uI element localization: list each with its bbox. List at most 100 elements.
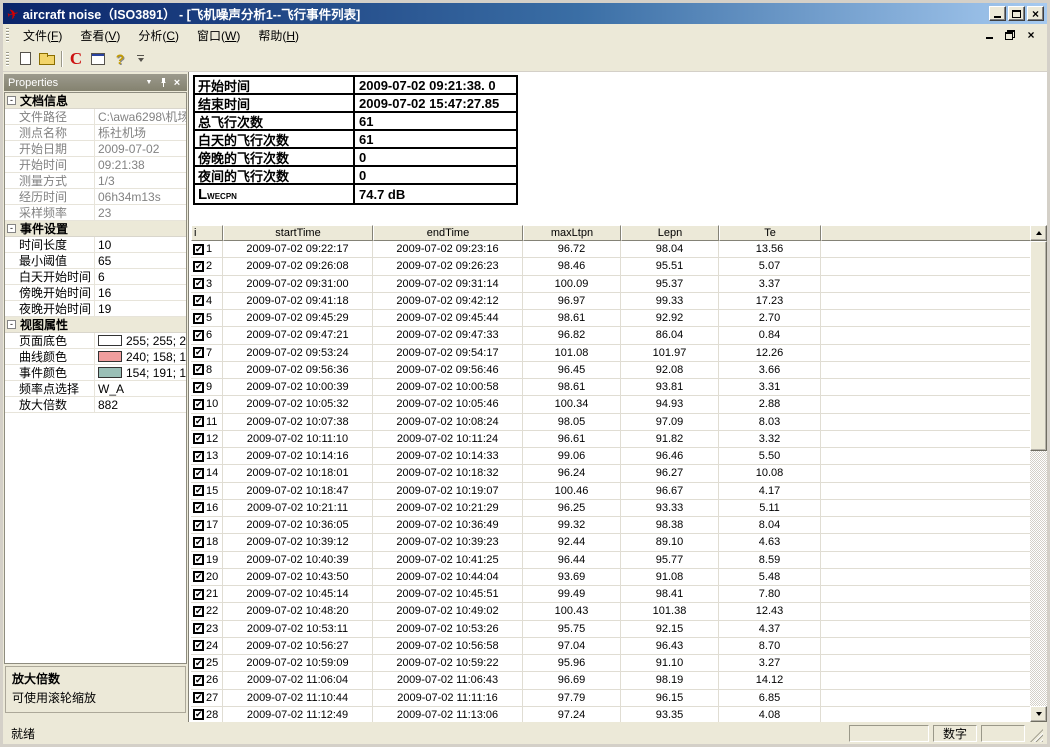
property-value[interactable]: 154; 191; 18	[95, 365, 186, 380]
property-value[interactable]: 255; 255; 25	[95, 333, 186, 348]
row-checkbox[interactable]: ✔	[193, 416, 204, 427]
property-value[interactable]: 6	[95, 269, 186, 284]
table-row[interactable]: ✔132009-07-02 10:14:162009-07-02 10:14:3…	[191, 448, 1030, 465]
menu-item-v[interactable]: 查看(V)	[71, 24, 129, 47]
row-checkbox[interactable]: ✔	[193, 313, 204, 324]
property-value[interactable]: 23	[95, 205, 186, 220]
row-checkbox[interactable]: ✔	[193, 244, 204, 255]
c-weighting-button[interactable]: C	[65, 49, 87, 69]
scroll-up-button[interactable]	[1030, 225, 1047, 241]
column-header-endTime[interactable]: endTime	[373, 225, 523, 241]
row-checkbox[interactable]: ✔	[193, 382, 204, 393]
menu-item-c[interactable]: 分析(C)	[129, 24, 188, 47]
property-section-header[interactable]: -视图属性	[5, 317, 186, 333]
collapse-minus-icon[interactable]: -	[7, 224, 16, 233]
property-value[interactable]: 栎社机场	[95, 125, 186, 140]
row-checkbox[interactable]: ✔	[193, 537, 204, 548]
table-row[interactable]: ✔212009-07-02 10:45:142009-07-02 10:45:5…	[191, 586, 1030, 603]
property-value[interactable]: 240; 158; 15	[95, 349, 186, 364]
mdi-restore-button[interactable]	[1004, 29, 1016, 41]
collapse-minus-icon[interactable]: -	[7, 320, 16, 329]
menu-grip-handle[interactable]	[6, 28, 9, 42]
menu-item-f[interactable]: 文件(F)	[14, 24, 71, 47]
row-checkbox[interactable]: ✔	[193, 364, 204, 375]
table-row[interactable]: ✔242009-07-02 10:56:272009-07-02 10:56:5…	[191, 638, 1030, 655]
table-row[interactable]: ✔182009-07-02 10:39:122009-07-02 10:39:2…	[191, 534, 1030, 551]
property-value[interactable]: 882	[95, 397, 186, 412]
table-row[interactable]: ✔192009-07-02 10:40:392009-07-02 10:41:2…	[191, 552, 1030, 569]
row-checkbox[interactable]: ✔	[193, 278, 204, 289]
table-row[interactable]: ✔272009-07-02 11:10:442009-07-02 11:11:1…	[191, 690, 1030, 707]
toolbar-grip-handle[interactable]	[6, 52, 9, 66]
table-row[interactable]: ✔142009-07-02 10:18:012009-07-02 10:18:3…	[191, 465, 1030, 482]
column-header-maxLtpn[interactable]: maxLtpn	[523, 225, 621, 241]
row-checkbox[interactable]: ✔	[193, 347, 204, 358]
new-document-button[interactable]	[14, 49, 36, 69]
row-checkbox[interactable]: ✔	[193, 623, 204, 634]
resize-grip-icon[interactable]	[1030, 729, 1043, 742]
property-value[interactable]: C:\awa6298\机场	[95, 109, 186, 124]
row-checkbox[interactable]: ✔	[193, 571, 204, 582]
property-value[interactable]: 2009-07-02	[95, 141, 186, 156]
row-checkbox[interactable]: ✔	[193, 658, 204, 669]
table-row[interactable]: ✔232009-07-02 10:53:112009-07-02 10:53:2…	[191, 621, 1030, 638]
menu-item-w[interactable]: 窗口(W)	[188, 24, 249, 47]
property-section-header[interactable]: -事件设置	[5, 221, 186, 237]
help-button[interactable]: ?	[109, 49, 131, 69]
column-header-Lepn[interactable]: Lepn	[621, 225, 719, 241]
row-checkbox[interactable]: ✔	[193, 709, 204, 720]
properties-button[interactable]	[87, 49, 109, 69]
table-row[interactable]: ✔112009-07-02 10:07:382009-07-02 10:08:2…	[191, 414, 1030, 431]
row-checkbox[interactable]: ✔	[193, 295, 204, 306]
property-value[interactable]: W_A	[95, 381, 186, 396]
table-row[interactable]: ✔62009-07-02 09:47:212009-07-02 09:47:33…	[191, 327, 1030, 344]
row-checkbox[interactable]: ✔	[193, 451, 204, 462]
row-checkbox[interactable]: ✔	[193, 433, 204, 444]
table-row[interactable]: ✔172009-07-02 10:36:052009-07-02 10:36:4…	[191, 517, 1030, 534]
property-value[interactable]: 10	[95, 237, 186, 252]
row-checkbox[interactable]: ✔	[193, 554, 204, 565]
menu-item-h[interactable]: 帮助(H)	[249, 24, 308, 47]
toolbar-overflow-button[interactable]	[135, 53, 146, 64]
vertical-scrollbar[interactable]	[1030, 225, 1047, 722]
table-row[interactable]: ✔262009-07-02 11:06:042009-07-02 11:06:4…	[191, 672, 1030, 689]
column-header-startTime[interactable]: startTime	[223, 225, 373, 241]
column-header-i[interactable]: i	[191, 225, 223, 241]
collapse-minus-icon[interactable]: -	[7, 96, 16, 105]
mdi-close-button[interactable]: ×	[1025, 29, 1037, 41]
property-value[interactable]: 06h34m13s	[95, 189, 186, 204]
row-checkbox[interactable]: ✔	[193, 640, 204, 651]
row-checkbox[interactable]: ✔	[193, 330, 204, 341]
property-value[interactable]: 09:21:38	[95, 157, 186, 172]
row-checkbox[interactable]: ✔	[193, 485, 204, 496]
table-row[interactable]: ✔92009-07-02 10:00:392009-07-02 10:00:58…	[191, 379, 1030, 396]
table-row[interactable]: ✔42009-07-02 09:41:182009-07-02 09:42:12…	[191, 293, 1030, 310]
maximize-button[interactable]	[1008, 6, 1025, 21]
column-header-Te[interactable]: Te	[719, 225, 821, 241]
table-row[interactable]: ✔122009-07-02 10:11:102009-07-02 10:11:2…	[191, 431, 1030, 448]
table-row[interactable]: ✔202009-07-02 10:43:502009-07-02 10:44:0…	[191, 569, 1030, 586]
row-checkbox[interactable]: ✔	[193, 502, 204, 513]
property-value[interactable]: 1/3	[95, 173, 186, 188]
table-row[interactable]: ✔282009-07-02 11:12:492009-07-02 11:13:0…	[191, 707, 1030, 722]
scroll-down-button[interactable]	[1030, 706, 1047, 722]
panel-close-button[interactable]: ×	[171, 77, 183, 89]
table-row[interactable]: ✔222009-07-02 10:48:202009-07-02 10:49:0…	[191, 603, 1030, 620]
mdi-minimize-button[interactable]	[983, 29, 995, 41]
table-row[interactable]: ✔82009-07-02 09:56:362009-07-02 09:56:46…	[191, 362, 1030, 379]
property-value[interactable]: 16	[95, 285, 186, 300]
table-row[interactable]: ✔52009-07-02 09:45:292009-07-02 09:45:44…	[191, 310, 1030, 327]
row-checkbox[interactable]: ✔	[193, 606, 204, 617]
open-file-button[interactable]	[36, 49, 58, 69]
scrollbar-thumb[interactable]	[1030, 241, 1047, 451]
close-button[interactable]: ×	[1027, 6, 1044, 21]
table-row[interactable]: ✔12009-07-02 09:22:172009-07-02 09:23:16…	[191, 241, 1030, 258]
row-checkbox[interactable]: ✔	[193, 468, 204, 479]
table-row[interactable]: ✔102009-07-02 10:05:322009-07-02 10:05:4…	[191, 396, 1030, 413]
table-row[interactable]: ✔152009-07-02 10:18:472009-07-02 10:19:0…	[191, 483, 1030, 500]
table-row[interactable]: ✔72009-07-02 09:53:242009-07-02 09:54:17…	[191, 345, 1030, 362]
table-row[interactable]: ✔32009-07-02 09:31:002009-07-02 09:31:14…	[191, 276, 1030, 293]
table-row[interactable]: ✔252009-07-02 10:59:092009-07-02 10:59:2…	[191, 655, 1030, 672]
properties-panel-header[interactable]: Properties ▼ ×	[4, 74, 187, 91]
panel-pin-button[interactable]	[157, 77, 169, 89]
